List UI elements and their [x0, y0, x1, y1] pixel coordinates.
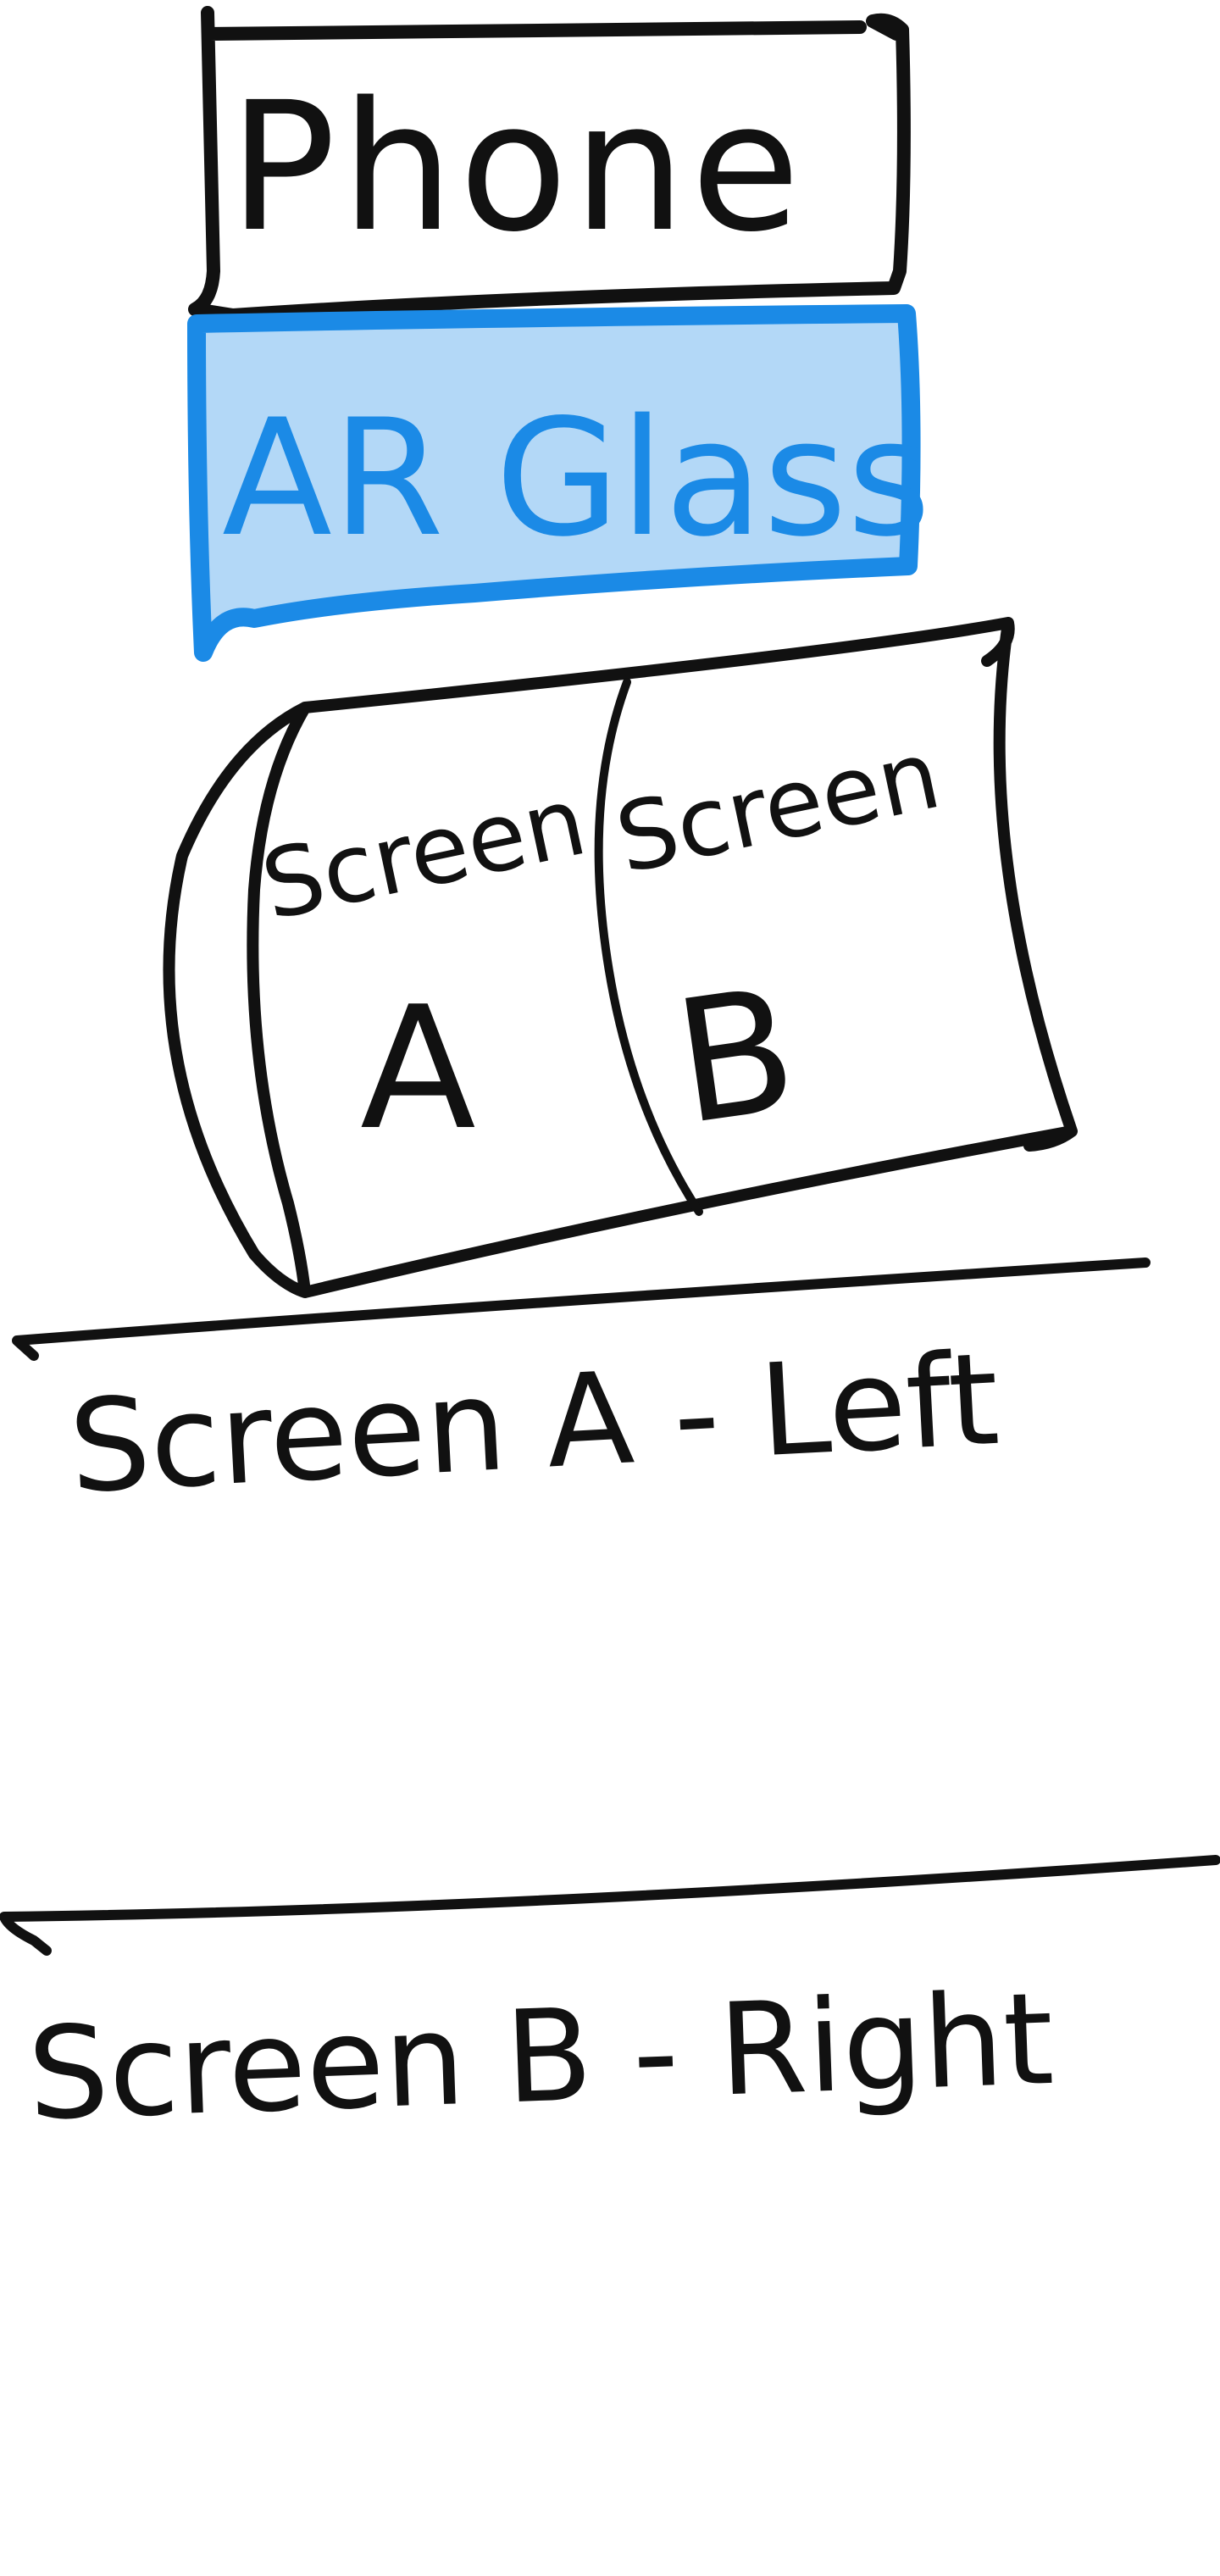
ar-glass-box: AR Glass — [187, 304, 931, 662]
screen-a: Screen A — [253, 766, 596, 1168]
section-screen-b: Screen B - Right — [0, 1855, 1220, 2149]
phone-label: Phone — [229, 64, 806, 271]
curved-display: Screen A Screen B — [163, 617, 1078, 1298]
section-screen-a-label: Screen A - Left — [66, 1326, 1002, 1522]
screen-b-letter: B — [664, 952, 807, 1163]
curved-display-outline — [163, 617, 1078, 1298]
screen-a-letter: A — [360, 970, 476, 1168]
phone-box: Phone — [188, 6, 911, 322]
section-divider-2 — [0, 1855, 1220, 1956]
screen-divider — [594, 678, 703, 1216]
screen-b: Screen B — [607, 719, 950, 1163]
sketch-canvas: Phone AR Glass Screen A Screen B Screen … — [0, 6, 1220, 2149]
screen-b-word: Screen — [607, 719, 950, 895]
screen-a-word: Screen — [253, 766, 596, 941]
ar-glass-label: AR Glass — [222, 385, 931, 572]
section-screen-a: Screen A - Left — [12, 1257, 1151, 1522]
section-screen-b-label: Screen B - Right — [25, 1966, 1056, 2149]
